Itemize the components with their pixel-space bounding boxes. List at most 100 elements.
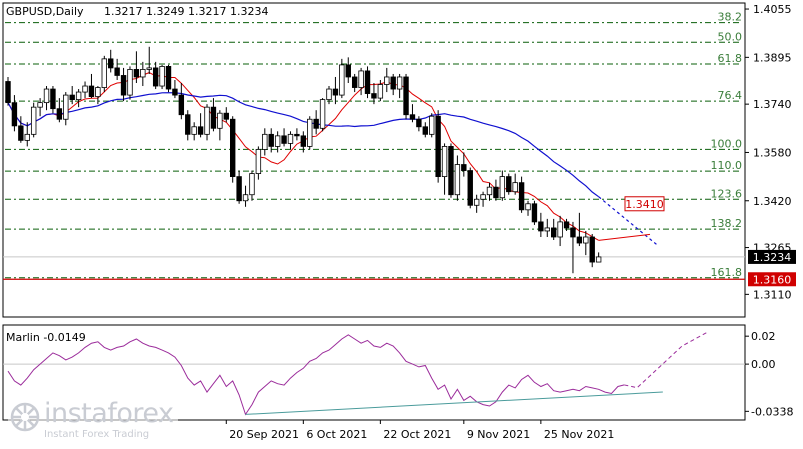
candle-bull <box>63 94 69 120</box>
candle-bear <box>69 94 75 101</box>
chart-svg: 38.2 50.0 61.8 76.4 100.0 110.0 123.6 138.2 161.… <box>2 2 796 441</box>
candle-bull <box>191 126 197 135</box>
candle-bull <box>249 173 255 196</box>
candle-bull <box>557 221 563 238</box>
candle-bull <box>486 186 493 196</box>
ma-fast-line <box>7 72 599 241</box>
watermark-tagline: Instant Forex Trading <box>44 429 150 440</box>
fib-label: 61.8 <box>718 52 743 65</box>
oscillator-title: Marlin -0.0149 <box>6 331 86 344</box>
candle-bear <box>5 81 11 104</box>
candle-bear <box>589 236 595 263</box>
price-axis: 1.40551.38951.37401.35801.34201.32651.31… <box>745 3 796 301</box>
oscillator-trendline <box>245 391 663 415</box>
watermark: instaforex Instant Forex Trading <box>8 398 178 442</box>
instaforex-logo-icon <box>10 402 40 432</box>
candle-bear <box>281 135 287 144</box>
candle-bull <box>512 182 518 193</box>
candle-bull <box>95 87 101 97</box>
ohlc-values: 1.3217 1.3249 1.3217 1.3234 <box>104 5 268 18</box>
support-label: 1.3160 <box>753 273 792 286</box>
candle-bull <box>217 112 223 129</box>
fib-label: 110.0 <box>711 159 743 172</box>
candle-bull <box>140 69 146 78</box>
candle-bear <box>461 164 467 171</box>
candle-bear <box>210 106 217 129</box>
panel-frames <box>2 2 746 421</box>
candle-bull <box>274 135 281 147</box>
candle-bull <box>43 88 50 104</box>
fib-label: 38.2 <box>718 11 743 24</box>
candle-bull <box>377 84 384 99</box>
candle-bull <box>24 133 30 141</box>
candle-bull <box>358 70 364 88</box>
symbol-label: GBPUSD,Daily <box>6 5 84 18</box>
candle-bull <box>262 133 268 150</box>
candle-bull <box>326 88 332 101</box>
fib-label: 123.6 <box>711 187 743 200</box>
candle-bear <box>332 88 339 96</box>
fib-label: 50.0 <box>718 30 743 43</box>
watermark-brand: instaforex <box>44 398 174 429</box>
candle-bear <box>390 76 396 90</box>
candle-bear <box>531 203 538 223</box>
candle-bear <box>152 67 159 87</box>
current-price-label: 1.3234 <box>753 251 792 264</box>
candle-bear <box>18 125 24 141</box>
candle-bear <box>178 94 185 116</box>
time-axis: 20 Sep 2021 6 Oct 2021 22 Oct 2021 9 Nov 20… <box>225 420 614 441</box>
y-tick-label: 1.3740 <box>753 98 792 111</box>
candle-bear <box>165 66 172 90</box>
candle-bull <box>396 76 403 90</box>
candle-bull <box>101 58 107 88</box>
candle-bear <box>345 64 351 78</box>
candle-bear <box>551 227 557 238</box>
candle-bull <box>454 164 461 196</box>
candle-bull <box>480 194 486 200</box>
x-tick-label: 25 Nov 2021 <box>544 428 614 441</box>
osc-y-tick-label: 0.02 <box>751 330 776 343</box>
candle-bear <box>467 170 473 206</box>
candle-bull <box>307 118 313 147</box>
candle-bear <box>409 114 416 120</box>
candle-bear <box>493 186 499 199</box>
oscillator-projection <box>624 331 709 389</box>
candle-bear <box>351 76 358 88</box>
candle-bull <box>75 91 82 101</box>
x-tick-label: 20 Sep 2021 <box>229 428 299 441</box>
candle-bull <box>255 149 262 174</box>
candle-bull <box>127 69 133 96</box>
candle-bull <box>595 256 602 263</box>
candle-bull <box>339 64 345 96</box>
candle-bull <box>37 102 43 108</box>
x-tick-label: 9 Nov 2021 <box>467 428 530 441</box>
candle-bear <box>294 133 300 137</box>
y-tick-label: 1.3420 <box>753 195 792 208</box>
fib-label: 100.0 <box>711 137 743 150</box>
chart-root: 38.2 50.0 61.8 76.4 100.0 110.0 123.6 138.2 161.… <box>0 0 803 445</box>
candle-bear <box>570 227 576 238</box>
candle-bull <box>441 146 448 178</box>
candle-bear <box>416 118 422 128</box>
candle-bull <box>30 106 37 135</box>
moving-averages: 1.3410 <box>7 72 665 245</box>
candle-bull <box>82 85 88 93</box>
candle-bull <box>583 236 589 244</box>
x-tick-label: 22 Oct 2021 <box>383 428 451 441</box>
candle-bear <box>197 126 204 135</box>
candle-bear <box>563 221 570 229</box>
candle-bear <box>185 114 191 135</box>
candle-bear <box>518 182 525 211</box>
candle-bear <box>538 221 544 232</box>
y-tick-label: 1.3110 <box>753 288 792 301</box>
candle-bear <box>88 85 95 97</box>
candle-bull <box>287 133 294 144</box>
fib-label: 76.4 <box>718 89 743 102</box>
candle-bear <box>56 108 63 120</box>
osc-y-tick-label: 0.00 <box>751 358 776 371</box>
candle-bear <box>506 176 512 193</box>
candle-bull <box>499 176 506 199</box>
ma-fast-projection <box>598 233 651 241</box>
candle-bear <box>223 112 229 120</box>
osc-y-tick-label: -0.0338 <box>751 405 793 418</box>
